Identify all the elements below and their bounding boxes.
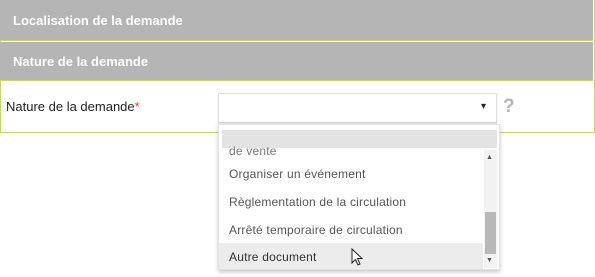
scrollbar-thumb[interactable] (485, 212, 496, 254)
dropdown-option[interactable]: Arrêté temporaire de circulation (219, 216, 483, 244)
section-header-nature[interactable]: Nature de la demande (0, 42, 593, 81)
field-label: Nature de la demande* (6, 99, 140, 114)
dropdown-option[interactable]: Règlementation de la circulation (219, 188, 483, 216)
section-title: Nature de la demande (13, 54, 149, 69)
mouse-pointer-icon (351, 248, 363, 266)
nature-select[interactable]: ▾ (218, 93, 497, 123)
caret-down-icon: ▾ (480, 101, 486, 112)
help-icon[interactable]: ? (503, 97, 519, 117)
required-marker: * (134, 99, 140, 114)
field-label-text: Nature de la demande (6, 99, 135, 114)
dropdown-option[interactable]: Organiser un événement (219, 160, 483, 188)
section-header-localisation[interactable]: Localisation de la demande (0, 0, 593, 41)
section-title: Localisation de la demande (13, 13, 183, 28)
scroll-down-icon[interactable]: ▼ (486, 257, 493, 265)
scroll-up-icon[interactable]: ▲ (486, 154, 493, 162)
scrollbar[interactable]: ▲ ▼ (484, 150, 497, 268)
